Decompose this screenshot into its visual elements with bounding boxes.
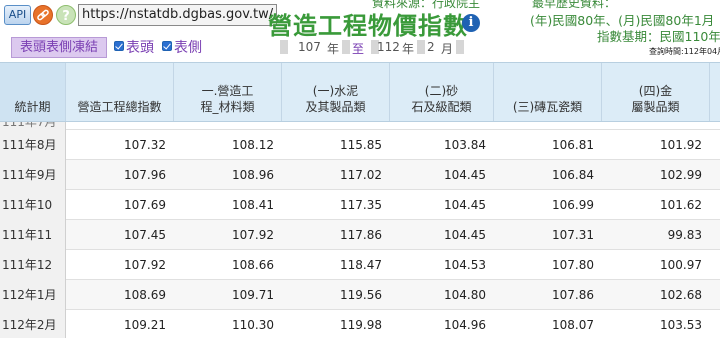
- period-month: 2: [427, 40, 435, 54]
- table-cell: 102.68: [660, 288, 702, 302]
- header-period: 統計期: [0, 63, 66, 121]
- row-label: 111年12月: [0, 250, 66, 302]
- table-row: 112年1月 108.69 109.71 119.56 104.80 107.8…: [0, 280, 720, 310]
- checkbox-checked-icon[interactable]: [114, 41, 124, 51]
- row-label: 111年11月: [0, 220, 66, 272]
- table-row: 111年9月 107.96 108.96 117.02 104.45 106.8…: [0, 160, 720, 190]
- period-marker: [456, 40, 464, 54]
- row-label: 111年8月: [0, 130, 66, 160]
- table-cell: 101.92: [660, 138, 702, 152]
- row-label: 111年9月: [0, 160, 66, 190]
- header-col-4: (三)磚瓦瓷類: [494, 63, 602, 121]
- table-cell: 103.53: [660, 318, 702, 332]
- table-cell: 107.96: [124, 168, 166, 182]
- table-cell: 109.21: [124, 318, 166, 332]
- table-cell: 108.07: [552, 318, 594, 332]
- period-to-word: 至: [352, 42, 365, 56]
- period-marker: [342, 40, 350, 54]
- freeze-header-button[interactable]: 表頭表側凍結: [11, 37, 107, 58]
- table-cell: 104.45: [444, 228, 486, 242]
- table-cell: 107.32: [124, 138, 166, 152]
- top-bar: API ? https://nstatdb.dgbas.gov.tw/ 資料來源…: [0, 0, 720, 58]
- table-body[interactable]: 111年7月 111年8月 107.32 108.12 115.85 103.8…: [0, 122, 720, 338]
- table-cell: 115.85: [340, 138, 382, 152]
- period-month-unit: 月: [441, 42, 454, 56]
- period-to-unit: 年: [402, 42, 415, 56]
- table-cell: 118.47: [340, 258, 382, 272]
- table-cell: 108.96: [232, 168, 274, 182]
- period-from-unit: 年: [327, 42, 340, 56]
- table-cell: 100.97: [660, 258, 702, 272]
- header-checkbox-label[interactable]: 表頭: [126, 37, 154, 57]
- table-row: 111年12月 107.92 108.66 118.47 104.53 107.…: [0, 250, 720, 302]
- table-header: 統計期 營造工程總指數 一.營造工 程_材料類 (一)水泥 及其製品類 (二)砂…: [0, 62, 720, 122]
- table-cell: 99.83: [667, 228, 702, 242]
- table-cell: 106.81: [552, 138, 594, 152]
- row-label: 112年2月: [0, 310, 66, 338]
- link-icon[interactable]: [33, 5, 53, 25]
- header-col-3: (二)砂 石及級配類: [390, 63, 494, 121]
- row-label: 111年7月: [0, 122, 66, 130]
- period-to-year: 112: [377, 40, 400, 54]
- period-from-year: 107: [298, 40, 321, 54]
- row-label: 111年10月: [0, 190, 66, 242]
- header-col-1: 一.營造工 程_材料類: [174, 63, 282, 121]
- table-cell: 117.35: [340, 198, 382, 212]
- row-label: 112年1月: [0, 280, 66, 310]
- table-cell: 107.92: [124, 258, 166, 272]
- period-marker: [417, 40, 425, 54]
- table-row: 112年2月 109.21 110.30 119.98 104.96 108.0…: [0, 310, 720, 338]
- table-cell: 108.66: [232, 258, 274, 272]
- table-cell: 108.12: [232, 138, 274, 152]
- table-cell: 109.71: [232, 288, 274, 302]
- table-cell: 117.86: [340, 228, 382, 242]
- table-row: 111年7月: [0, 122, 720, 130]
- page-title: 營造工程物價指數: [268, 12, 468, 40]
- help-icon[interactable]: ?: [56, 5, 76, 25]
- table-cell: 104.45: [444, 168, 486, 182]
- url-field[interactable]: https://nstatdb.dgbas.gov.tw/: [78, 4, 277, 26]
- info-icon[interactable]: i: [462, 14, 480, 32]
- index-base-period: 指數基期：民國110年: [597, 29, 720, 44]
- table-cell: 104.53: [444, 258, 486, 272]
- table-row: 111年8月 107.32 108.12 115.85 103.84 106.8…: [0, 130, 720, 160]
- table-cell: 106.99: [552, 198, 594, 212]
- table-cell: 119.56: [340, 288, 382, 302]
- table-cell: 108.69: [124, 288, 166, 302]
- svg-text:?: ?: [62, 9, 70, 24]
- table-cell: 119.98: [340, 318, 382, 332]
- table-cell: 104.96: [444, 318, 486, 332]
- table-cell: 108.41: [232, 198, 274, 212]
- table-cell: 110.30: [232, 318, 274, 332]
- header-col-0: 營造工程總指數: [66, 63, 174, 121]
- table-cell: 106.84: [552, 168, 594, 182]
- table-cell: 107.45: [124, 228, 166, 242]
- table-cell: 103.84: [444, 138, 486, 152]
- api-button[interactable]: API: [4, 5, 31, 25]
- side-checkbox-label[interactable]: 表側: [174, 37, 202, 57]
- table-cell: 104.45: [444, 198, 486, 212]
- query-time: 查詢時間:112年04月01日: [649, 47, 720, 56]
- header-col-5: (四)金 屬製品類: [602, 63, 710, 121]
- checkbox-checked-icon[interactable]: [162, 41, 172, 51]
- table-row: 111年11月 107.45 107.92 117.86 104.45 107.…: [0, 220, 720, 272]
- table-cell: 107.92: [232, 228, 274, 242]
- table-cell: 107.69: [124, 198, 166, 212]
- table-cell: 107.86: [552, 288, 594, 302]
- table-cell: 104.80: [444, 288, 486, 302]
- table-cell: 107.80: [552, 258, 594, 272]
- table-cell: 107.31: [552, 228, 594, 242]
- header-col-2: (一)水泥 及其製品類: [282, 63, 390, 121]
- period-marker: [280, 40, 288, 54]
- table-row: 111年10月 107.69 108.41 117.35 104.45 106.…: [0, 190, 720, 242]
- table-cell: 101.62: [660, 198, 702, 212]
- table-cell: 117.02: [340, 168, 382, 182]
- table-cell: 102.99: [660, 168, 702, 182]
